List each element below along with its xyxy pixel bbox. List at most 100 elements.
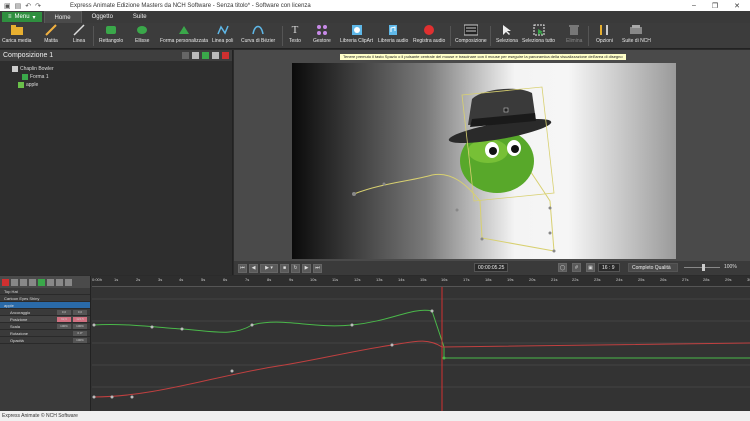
- quality-select[interactable]: Completo Qualità: [628, 263, 678, 272]
- line-button[interactable]: Linea: [72, 24, 86, 44]
- save-icon[interactable]: ▤: [15, 2, 22, 10]
- keyframe-point[interactable]: [150, 325, 154, 329]
- bezier-button[interactable]: Curva di Bézier: [241, 24, 275, 44]
- tab-oggetto[interactable]: Oggetto: [82, 11, 123, 23]
- options-button[interactable]: Opzioni: [596, 24, 613, 44]
- copy-icon[interactable]: [212, 52, 219, 59]
- zoom-slider-thumb[interactable]: [702, 264, 705, 271]
- ellipse-button[interactable]: Ellisse: [135, 24, 149, 44]
- value-field[interactable]: 62,6: [57, 316, 71, 322]
- composition-button[interactable]: Composizione: [455, 24, 487, 44]
- load-media-button[interactable]: Carica media: [2, 24, 31, 44]
- minimize-button[interactable]: –: [692, 2, 696, 10]
- timeline-track-area[interactable]: 0:00h 1s 2s 3s 4s 5s 6s 7s 8s 9s 10s 11s 12s 13s 14s 15…: [92, 276, 750, 411]
- step-forward-button[interactable]: ▶: [302, 263, 311, 273]
- maximize-button[interactable]: ❐: [712, 2, 718, 10]
- grid-icon[interactable]: #: [572, 263, 581, 272]
- aspect-ratio-select[interactable]: 16 : 9: [598, 263, 620, 272]
- lock-icon[interactable]: [47, 278, 54, 286]
- tree-item[interactable]: Chaplin Bowler: [0, 65, 232, 73]
- anchor-handle[interactable]: [503, 107, 509, 113]
- path-node[interactable]: [548, 231, 552, 235]
- tree-item[interactable]: apple: [0, 81, 232, 89]
- property-row[interactable]: Posizione 62,6 124,5: [0, 316, 90, 323]
- link-icon[interactable]: [11, 278, 18, 286]
- pencil-button[interactable]: Matita: [44, 24, 58, 44]
- path-node[interactable]: [480, 237, 484, 241]
- keyframe-graph[interactable]: [92, 287, 750, 411]
- visibility-icon[interactable]: [56, 278, 63, 286]
- menu-button[interactable]: ≡ Menu ▾: [2, 12, 42, 22]
- property-row[interactable]: Scala 100% 100%: [0, 323, 90, 330]
- clipart-library-button[interactable]: Libreria ClipArt: [340, 24, 373, 44]
- value-field[interactable]: 100%: [73, 337, 87, 343]
- loop-button[interactable]: ↻: [291, 263, 300, 273]
- tab-home[interactable]: Home: [43, 11, 82, 23]
- keyframe-point[interactable]: [110, 395, 114, 399]
- safe-area-icon[interactable]: ▣: [586, 263, 595, 272]
- keyframe-point[interactable]: [350, 323, 354, 327]
- path-node[interactable]: [382, 182, 386, 186]
- keyframe-point[interactable]: [250, 323, 254, 327]
- delete-button[interactable]: Elimina: [566, 24, 582, 44]
- property-row[interactable]: Ancoraggio 0,0 0,0: [0, 309, 90, 316]
- custom-shape-button[interactable]: Forma personalizzata: [160, 24, 208, 44]
- skip-start-button[interactable]: ⏮: [238, 263, 247, 273]
- stop-button[interactable]: ■: [280, 263, 289, 273]
- keyframe-point[interactable]: [92, 323, 96, 327]
- nch-suite-button[interactable]: Suite di NCH: [622, 24, 651, 44]
- path-node[interactable]: [455, 208, 459, 212]
- skip-end-button[interactable]: ⏭: [313, 263, 322, 273]
- keyframe-point[interactable]: [390, 343, 394, 347]
- undo-icon[interactable]: ↶: [25, 2, 31, 10]
- keyframe-point[interactable]: [92, 395, 96, 399]
- path-node[interactable]: [548, 206, 552, 210]
- close-button[interactable]: ✕: [734, 2, 740, 10]
- value-field[interactable]: 0,0: [57, 309, 71, 315]
- keyframe-point[interactable]: [430, 309, 434, 313]
- polyline-button[interactable]: Linea poli: [212, 24, 233, 44]
- magnet-icon[interactable]: [20, 278, 27, 286]
- keyframe-point[interactable]: [130, 395, 134, 399]
- play-button[interactable]: ▶ ▾: [260, 263, 278, 273]
- manager-button[interactable]: Gestore: [313, 24, 331, 44]
- property-row[interactable]: Opacità 100%: [0, 337, 90, 344]
- dropdown-icon[interactable]: [182, 52, 189, 59]
- text-button[interactable]: T Testo: [288, 24, 302, 44]
- tab-suite[interactable]: Suite: [123, 11, 157, 23]
- audio-library-button[interactable]: Libreria audio: [378, 24, 408, 44]
- record-audio-button[interactable]: Registra audio: [413, 24, 445, 44]
- path-node[interactable]: [352, 192, 356, 196]
- new-item-icon[interactable]: [202, 52, 209, 59]
- rectangle-button[interactable]: Rettangolo: [99, 24, 123, 44]
- keyframe-point[interactable]: [442, 356, 446, 360]
- value-field[interactable]: 124,5: [73, 316, 87, 322]
- position-curve[interactable]: [93, 309, 750, 359]
- layer-row[interactable]: Cartoon Eyes Shiny: [0, 295, 90, 302]
- layer-row[interactable]: Top Hat: [0, 288, 90, 295]
- select-button[interactable]: Seleziona: [496, 24, 518, 44]
- expand-icon[interactable]: [65, 278, 72, 286]
- keyframe-point[interactable]: [230, 369, 234, 373]
- add-keyframe-icon[interactable]: [2, 278, 9, 286]
- redo-icon[interactable]: ↷: [35, 2, 41, 10]
- rotation-curve[interactable]: [93, 340, 750, 398]
- drawing-canvas[interactable]: [292, 63, 676, 259]
- layer-row-selected[interactable]: apple: [0, 302, 90, 309]
- path-node[interactable]: [552, 249, 556, 253]
- remove-icon[interactable]: [222, 52, 229, 59]
- keyframe-icon[interactable]: [38, 278, 45, 286]
- curve-icon[interactable]: [29, 278, 36, 286]
- step-back-button[interactable]: ◀: [249, 263, 258, 273]
- tree-item[interactable]: Forma 1: [0, 73, 232, 81]
- time-ruler[interactable]: 0:00h 1s 2s 3s 4s 5s 6s 7s 8s 9s 10s 11s 12s 13s 14s 15…: [92, 276, 750, 287]
- select-all-button[interactable]: Seleziona tutto: [522, 24, 555, 44]
- value-field[interactable]: 0.0°: [73, 330, 87, 336]
- speech-icon[interactable]: ◯: [558, 263, 567, 272]
- keyframe-point[interactable]: [180, 327, 184, 331]
- value-field[interactable]: 0,0: [73, 309, 87, 315]
- value-field[interactable]: 100%: [73, 323, 87, 329]
- property-row[interactable]: Rotazione 0.0°: [0, 330, 90, 337]
- value-field[interactable]: 100%: [57, 323, 71, 329]
- settings-icon[interactable]: [192, 52, 199, 59]
